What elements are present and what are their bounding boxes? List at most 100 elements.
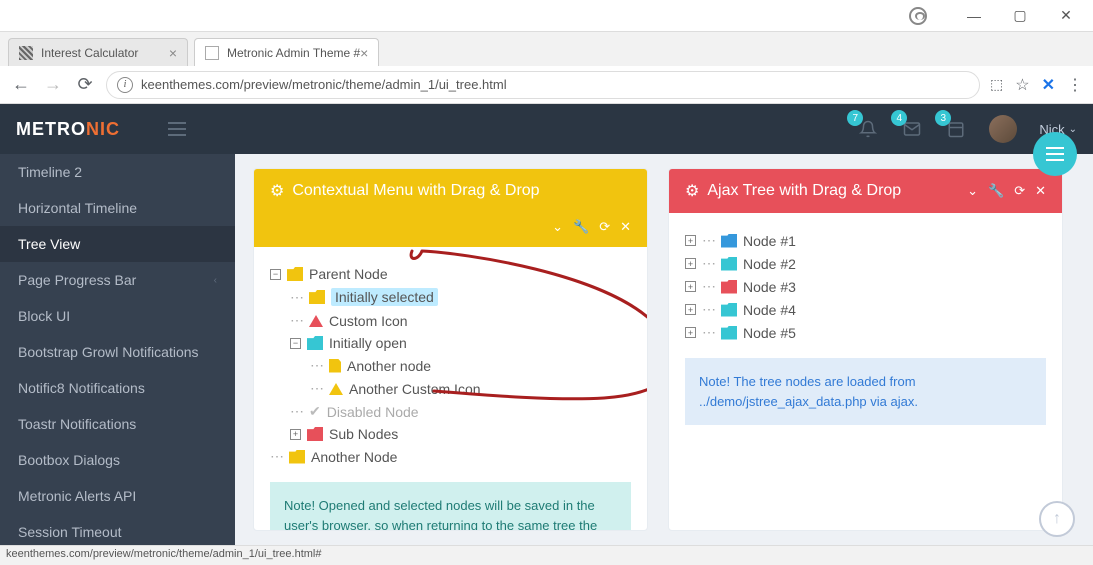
- scroll-top-button[interactable]: ↑: [1039, 501, 1075, 537]
- sidebar-item-alerts[interactable]: Metronic Alerts API: [0, 478, 235, 514]
- folder-icon: [287, 267, 303, 281]
- nav-forward: →: [42, 74, 64, 96]
- check-icon: ✔: [309, 403, 321, 420]
- tab-close-icon[interactable]: ×: [360, 45, 368, 61]
- avatar[interactable]: [989, 115, 1017, 143]
- tree-node[interactable]: +Sub Nodes: [290, 423, 631, 445]
- portlet-tools: ⌄ 🔧 ⟳ ✕: [967, 183, 1046, 199]
- notifications-icon[interactable]: 7: [857, 118, 879, 140]
- expand-toggle[interactable]: +: [685, 304, 696, 315]
- note-box: Note! The tree nodes are loaded from ../…: [685, 358, 1046, 425]
- sidebar-item-notific8[interactable]: Notific8 Notifications: [0, 370, 235, 406]
- warning-icon: [329, 383, 343, 395]
- chevron-left-icon: ‹: [214, 275, 217, 286]
- bookmark-icon[interactable]: ☆: [1015, 75, 1029, 95]
- reload-icon[interactable]: ⟳: [1014, 183, 1025, 199]
- sidebar-toggle-icon[interactable]: [168, 122, 186, 136]
- reload-icon[interactable]: ⟳: [599, 219, 610, 235]
- expand-toggle[interactable]: +: [685, 281, 696, 292]
- folder-icon: [307, 427, 323, 441]
- collapse-icon[interactable]: ⌄: [552, 219, 563, 235]
- tree-node[interactable]: +⋯Node #2: [685, 252, 1046, 275]
- tree-node[interactable]: ⋯Another node: [310, 354, 631, 377]
- translate-icon[interactable]: ⬚: [990, 76, 1003, 93]
- calendar-icon[interactable]: 3: [945, 118, 967, 140]
- config-icon[interactable]: 🔧: [988, 183, 1004, 199]
- sidebar-item-progress[interactable]: Page Progress Bar‹: [0, 262, 235, 298]
- sidebar-item-toastr[interactable]: Toastr Notifications: [0, 406, 235, 442]
- window-minimize[interactable]: —: [951, 2, 997, 30]
- browser-tabbar: Interest Calculator × Metronic Admin The…: [0, 32, 1093, 66]
- sidebar-item-growl[interactable]: Bootstrap Growl Notifications: [0, 334, 235, 370]
- folder-icon: [721, 326, 737, 340]
- favicon: [19, 46, 33, 60]
- sidebar-item-htimeline[interactable]: Horizontal Timeline: [0, 190, 235, 226]
- config-icon[interactable]: 🔧: [573, 219, 589, 235]
- sidebar-item-blockui[interactable]: Block UI: [0, 298, 235, 334]
- browser-statusbar: keenthemes.com/preview/metronic/theme/ad…: [0, 545, 1093, 565]
- sidebar-item-treeview[interactable]: Tree View: [0, 226, 235, 262]
- window-close[interactable]: ✕: [1043, 2, 1089, 30]
- tree-node[interactable]: +⋯Node #4: [685, 298, 1046, 321]
- sidebar-item-session[interactable]: Session Timeout: [0, 514, 235, 545]
- tree-node[interactable]: −Initially open: [290, 332, 631, 354]
- tree-node-disabled: ⋯✔Disabled Node: [290, 400, 631, 423]
- portlet-header: ⚙ Ajax Tree with Drag & Drop ⌄ 🔧 ⟳ ✕: [669, 169, 1062, 213]
- tree-node[interactable]: −Parent Node: [270, 263, 631, 285]
- folder-icon: [309, 290, 325, 304]
- sidebar-item-timeline2[interactable]: Timeline 2: [0, 154, 235, 190]
- nav-back[interactable]: ←: [10, 74, 32, 96]
- portlet-title: Ajax Tree with Drag & Drop: [707, 182, 901, 200]
- folder-icon: [721, 280, 737, 294]
- extension-icon[interactable]: ✕: [1042, 75, 1055, 95]
- folder-icon: [721, 234, 737, 248]
- portlet-title: Contextual Menu with Drag & Drop: [292, 182, 539, 200]
- browser-tab-metronic[interactable]: Metronic Admin Theme # ×: [194, 38, 379, 66]
- folder-icon: [289, 450, 305, 464]
- collapse-toggle[interactable]: −: [290, 338, 301, 349]
- sidebar-item-bootbox[interactable]: Bootbox Dialogs: [0, 442, 235, 478]
- folder-icon: [307, 336, 323, 350]
- window-maximize[interactable]: ▢: [997, 2, 1043, 30]
- tree-node[interactable]: ⋯Another Custom Icon: [310, 377, 631, 400]
- folder-icon: [721, 303, 737, 317]
- fab-menu[interactable]: [1033, 132, 1077, 176]
- folder-icon: [721, 257, 737, 271]
- messages-icon[interactable]: 4: [901, 118, 923, 140]
- favicon: [205, 46, 219, 60]
- expand-toggle[interactable]: +: [685, 327, 696, 338]
- tab-close-icon[interactable]: ×: [169, 45, 177, 61]
- tree-ajax: +⋯Node #1 +⋯Node #2 +⋯Node #3 +⋯Node #4 …: [685, 229, 1046, 344]
- portlet-tools: ⌄ 🔧 ⟳ ✕: [270, 219, 631, 235]
- window-titlebar: — ▢ ✕: [0, 0, 1093, 32]
- tree-node[interactable]: ⋯Initially selected: [290, 285, 631, 309]
- tree-node[interactable]: +⋯Node #1: [685, 229, 1046, 252]
- tree-node[interactable]: ⋯Another Node: [270, 445, 631, 468]
- menu-icon[interactable]: ⋮: [1067, 75, 1083, 95]
- chevron-down-icon: ⌄: [1069, 124, 1077, 135]
- remove-icon[interactable]: ✕: [1035, 183, 1046, 199]
- sidebar: Timeline 2 Horizontal Timeline Tree View…: [0, 154, 235, 545]
- url-field[interactable]: i keenthemes.com/preview/metronic/theme/…: [106, 71, 980, 99]
- collapse-toggle[interactable]: −: [270, 269, 281, 280]
- browser-tab-interest[interactable]: Interest Calculator ×: [8, 38, 188, 66]
- gear-icon: ⚙: [685, 181, 699, 201]
- remove-icon[interactable]: ✕: [620, 219, 631, 235]
- chrome-profile-icon[interactable]: [909, 7, 927, 25]
- tree-node[interactable]: +⋯Node #5: [685, 321, 1046, 344]
- collapse-icon[interactable]: ⌄: [967, 183, 978, 199]
- nav-reload[interactable]: ⟳: [74, 74, 96, 96]
- tree-node[interactable]: ⋯Custom Icon: [290, 309, 631, 332]
- logo[interactable]: METRONIC: [16, 119, 120, 140]
- portlet-contextual: ⚙ Contextual Menu with Drag & Drop ⌄ 🔧 ⟳…: [253, 168, 648, 531]
- app-header: METRONIC 7 4 3 Nick ⌄: [0, 104, 1093, 154]
- expand-toggle[interactable]: +: [290, 429, 301, 440]
- file-icon: [329, 359, 341, 373]
- site-info-icon[interactable]: i: [117, 77, 133, 93]
- tree-node[interactable]: +⋯Node #3: [685, 275, 1046, 298]
- portlet-header: ⚙ Contextual Menu with Drag & Drop ⌄ 🔧 ⟳…: [254, 169, 647, 247]
- portlet-ajax: ⚙ Ajax Tree with Drag & Drop ⌄ 🔧 ⟳ ✕ +⋯N…: [668, 168, 1063, 531]
- expand-toggle[interactable]: +: [685, 235, 696, 246]
- expand-toggle[interactable]: +: [685, 258, 696, 269]
- tab-title: Metronic Admin Theme #: [227, 46, 360, 60]
